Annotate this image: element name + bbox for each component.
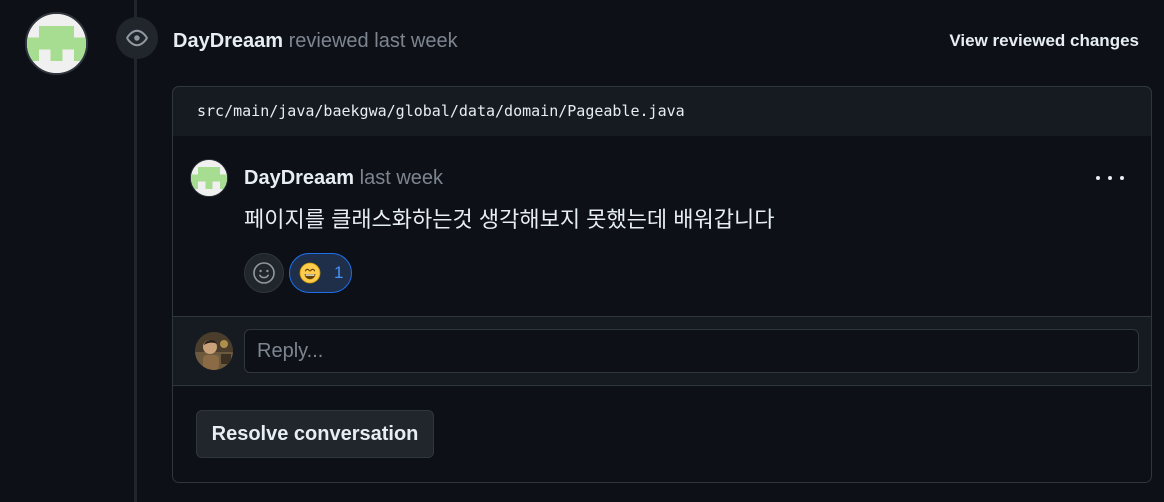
add-reaction-button[interactable] — [244, 253, 284, 293]
comment-time-link[interactable]: last week — [360, 167, 443, 189]
review-header: DayDreaam reviewed last week — [173, 28, 458, 54]
file-header: src/main/java/baekgwa/global/data/domain… — [172, 86, 1152, 136]
current-user-avatar[interactable] — [195, 332, 233, 370]
reviewer-avatar[interactable] — [25, 12, 88, 75]
review-time-link[interactable]: last week — [374, 30, 457, 52]
comment-body: 페이지를 클래스화하는것 생각해보지 못했는데 배워갑니다 — [244, 207, 775, 232]
identicon-image — [191, 160, 227, 196]
resolve-conversation-button[interactable]: Resolve conversation — [196, 410, 434, 458]
review-author-link[interactable]: DayDreaam — [173, 30, 283, 52]
user-photo-image — [195, 332, 233, 370]
review-action: reviewed — [288, 30, 369, 52]
identicon-image — [27, 14, 86, 73]
reaction-grinning-button[interactable]: 1 — [289, 253, 352, 293]
file-path-link[interactable]: src/main/java/baekgwa/global/data/domain… — [197, 102, 685, 120]
review-event-badge — [116, 17, 158, 59]
grinning-face-icon — [299, 262, 321, 284]
comment-author-link[interactable]: DayDreaam — [244, 167, 354, 189]
reply-input[interactable] — [244, 329, 1139, 373]
comment-author-avatar[interactable] — [190, 159, 228, 197]
reaction-count: 1 — [334, 263, 344, 282]
smiley-icon — [253, 262, 275, 284]
comment-header: DayDreaam last week — [244, 165, 443, 191]
kebab-horizontal-icon[interactable] — [1096, 168, 1124, 188]
view-reviewed-changes-link[interactable]: View reviewed changes — [949, 29, 1139, 53]
eye-icon — [126, 29, 148, 47]
divider — [172, 385, 1152, 386]
timeline-line — [134, 0, 137, 502]
review-comment: DayDreaam last week 페이지를 클래스화하는것 생각해보지 못… — [172, 136, 1152, 316]
